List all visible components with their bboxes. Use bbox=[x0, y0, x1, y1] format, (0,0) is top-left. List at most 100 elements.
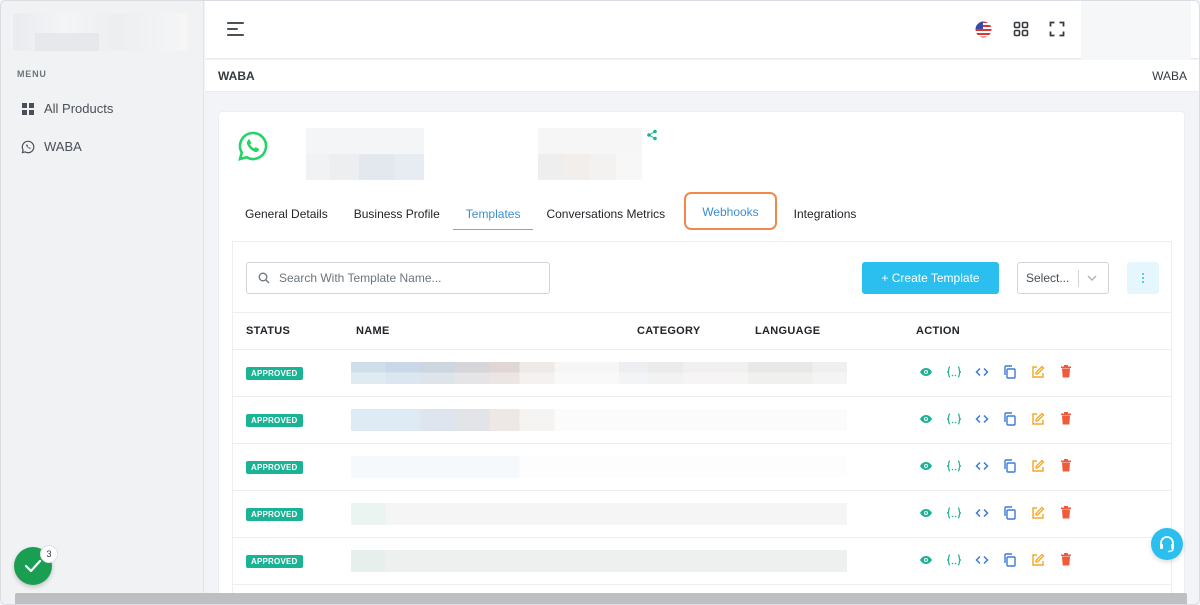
us-flag-icon[interactable] bbox=[973, 19, 993, 39]
code-button[interactable] bbox=[973, 504, 990, 521]
whatsapp-logo-icon bbox=[238, 131, 268, 161]
view-button[interactable] bbox=[917, 410, 934, 427]
delete-button[interactable] bbox=[1057, 551, 1074, 568]
status-badge: APPROVED bbox=[246, 508, 303, 521]
select-divider bbox=[1078, 270, 1079, 287]
templates-panel: + Create Template Select... STATUS NAME … bbox=[232, 241, 1172, 604]
copy-button[interactable] bbox=[1001, 363, 1018, 380]
column-header-language[interactable]: LANGUAGE bbox=[755, 325, 820, 337]
copy-button[interactable] bbox=[1001, 457, 1018, 474]
support-chat-button[interactable] bbox=[1151, 528, 1183, 560]
sidebar-item-all-products[interactable]: All Products bbox=[21, 101, 113, 116]
eye-icon bbox=[919, 414, 932, 423]
breadcrumb-item[interactable]: WABA bbox=[1152, 69, 1187, 83]
delete-icon bbox=[1060, 412, 1071, 425]
tab-general-details[interactable]: General Details bbox=[232, 192, 341, 230]
code-button[interactable] bbox=[973, 457, 990, 474]
brand-logo-detail bbox=[35, 33, 99, 51]
table-row[interactable]: APPROVED bbox=[233, 350, 1171, 397]
column-header-category[interactable]: CATEGORY bbox=[637, 325, 701, 337]
view-button[interactable] bbox=[917, 504, 934, 521]
view-button[interactable] bbox=[917, 363, 934, 380]
copy-button[interactable] bbox=[1001, 551, 1018, 568]
variables-button[interactable] bbox=[945, 363, 962, 380]
table-row[interactable]: APPROVED bbox=[233, 444, 1171, 491]
tab-webhooks[interactable]: Webhooks bbox=[684, 192, 777, 230]
template-name bbox=[351, 550, 847, 572]
variables-button[interactable] bbox=[945, 457, 962, 474]
delete-button[interactable] bbox=[1057, 504, 1074, 521]
eye-icon bbox=[919, 508, 932, 517]
tab-integrations[interactable]: Integrations bbox=[781, 192, 870, 230]
edit-button[interactable] bbox=[1029, 551, 1046, 568]
column-header-name[interactable]: NAME bbox=[356, 325, 390, 337]
eye-icon bbox=[919, 367, 932, 376]
code-icon bbox=[974, 414, 989, 423]
edit-button[interactable] bbox=[1029, 410, 1046, 427]
edit-icon bbox=[1031, 365, 1044, 378]
user-avatar[interactable] bbox=[1081, 1, 1191, 64]
create-template-button[interactable]: + Create Template bbox=[862, 262, 999, 294]
delete-button[interactable] bbox=[1057, 410, 1074, 427]
delete-button[interactable] bbox=[1057, 363, 1074, 380]
view-button[interactable] bbox=[917, 457, 934, 474]
code-button[interactable] bbox=[973, 410, 990, 427]
column-header-status[interactable]: STATUS bbox=[246, 325, 290, 337]
variables-icon bbox=[946, 459, 961, 472]
variables-button[interactable] bbox=[945, 410, 962, 427]
column-header-action: ACTION bbox=[916, 325, 960, 337]
row-actions bbox=[917, 410, 1074, 427]
table-row[interactable]: APPROVED bbox=[233, 491, 1171, 538]
table-row[interactable]: APPROVED bbox=[233, 397, 1171, 444]
share-icon[interactable] bbox=[646, 129, 658, 141]
copy-button[interactable] bbox=[1001, 410, 1018, 427]
edit-button[interactable] bbox=[1029, 457, 1046, 474]
apps-grid-icon[interactable] bbox=[1011, 19, 1031, 39]
edit-icon bbox=[1031, 506, 1044, 519]
horizontal-scrollbar[interactable] bbox=[15, 593, 1187, 604]
copy-icon bbox=[1004, 458, 1016, 473]
status-badge: APPROVED bbox=[246, 461, 303, 474]
code-button[interactable] bbox=[973, 551, 990, 568]
delete-icon bbox=[1060, 553, 1071, 566]
tab-templates[interactable]: Templates bbox=[452, 192, 534, 230]
row-actions bbox=[917, 504, 1074, 521]
fullscreen-icon[interactable] bbox=[1047, 19, 1067, 39]
edit-button[interactable] bbox=[1029, 363, 1046, 380]
edit-button[interactable] bbox=[1029, 504, 1046, 521]
eye-icon bbox=[919, 461, 932, 470]
sidebar-item-label: WABA bbox=[44, 139, 82, 154]
table-row[interactable]: APPROVED bbox=[233, 538, 1171, 585]
more-options-button[interactable] bbox=[1127, 262, 1159, 294]
variables-button[interactable] bbox=[945, 551, 962, 568]
select-value: Select... bbox=[1026, 271, 1070, 285]
code-icon bbox=[974, 367, 989, 376]
whatsapp-icon bbox=[21, 140, 35, 153]
headset-icon bbox=[1160, 536, 1174, 553]
menu-label: MENU bbox=[17, 69, 47, 79]
grid-icon bbox=[22, 102, 34, 115]
search-input[interactable] bbox=[279, 271, 529, 285]
filter-select[interactable]: Select... bbox=[1017, 262, 1109, 294]
variables-icon bbox=[946, 412, 961, 425]
view-button[interactable] bbox=[917, 551, 934, 568]
code-button[interactable] bbox=[973, 363, 990, 380]
search-box bbox=[246, 262, 550, 294]
eye-icon bbox=[919, 555, 932, 564]
menu-icon[interactable] bbox=[227, 21, 245, 37]
table-header: STATUS NAME CATEGORY LANGUAGE ACTION bbox=[233, 312, 1171, 350]
tab-conversations-metrics[interactable]: Conversations Metrics bbox=[533, 192, 678, 230]
template-name bbox=[351, 362, 847, 384]
notification-count-badge: 3 bbox=[40, 545, 58, 563]
row-actions bbox=[917, 551, 1074, 568]
tab-business-profile[interactable]: Business Profile bbox=[341, 192, 453, 230]
delete-button[interactable] bbox=[1057, 457, 1074, 474]
variables-button[interactable] bbox=[945, 504, 962, 521]
copy-button[interactable] bbox=[1001, 504, 1018, 521]
edit-icon bbox=[1031, 412, 1044, 425]
sidebar-item-label: All Products bbox=[44, 101, 114, 116]
status-badge: APPROVED bbox=[246, 414, 303, 427]
sidebar-item-waba[interactable]: WABA bbox=[21, 139, 82, 154]
variables-icon bbox=[946, 506, 961, 519]
more-vertical-icon bbox=[1142, 273, 1144, 283]
